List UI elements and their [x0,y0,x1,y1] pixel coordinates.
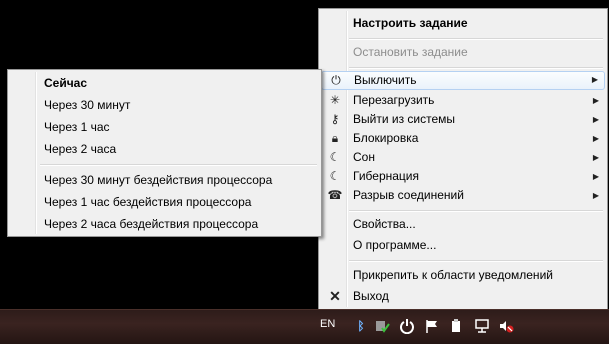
moon-icon: ☾ [329,169,341,183]
volume-muted-icon[interactable] [498,318,514,334]
submenu-arrow-icon: ▶ [591,75,598,84]
submenu-arrow-icon: ▶ [592,96,599,105]
network-icon[interactable] [474,318,490,334]
menu-item-label: Выключить [354,73,417,87]
usb-icon[interactable] [448,318,464,334]
menu-item-disconnect[interactable]: ☎ Разрыв соединений ▶ [321,186,605,205]
menu-separator [349,67,603,69]
menu-item-pin-to-tray[interactable]: Прикрепить к области уведомлений [321,266,605,285]
menu-separator [349,38,603,40]
menu-item-exit[interactable]: ✕ Выход [321,287,605,306]
menu-item-about[interactable]: О программе... [321,236,605,255]
menu-item-label: Прикрепить к области уведомлений [353,268,553,282]
submenu-item-1-hour-idle[interactable]: Через 1 час бездействия процессора [10,193,319,212]
menu-item-label: Разрыв соединений [353,188,464,202]
submenu-item-30-min[interactable]: Через 30 минут [10,96,319,115]
submenu-arrow-icon: ▶ [592,115,599,124]
submenu-item-2-hours[interactable]: Через 2 часа [10,140,319,159]
menu-item-label: Через 2 часа бездействия процессора [44,217,259,231]
menu-item-sleep[interactable]: ☾ Сон ▶ [321,148,605,167]
menu-item-stop-task[interactable]: Остановить задание [321,43,605,62]
power-icon: ⏻ [331,73,341,87]
submenu-arrow-icon: ▶ [592,172,599,181]
power-icon[interactable] [399,318,415,335]
lock-icon: 🔒︎ [331,131,339,145]
submenu-arrow-icon: ▶ [592,134,599,143]
key-icon: ⚷ [330,112,340,126]
submenu-item-1-hour[interactable]: Через 1 час [10,118,319,137]
menu-item-properties[interactable]: Свойства... [321,215,605,234]
menu-item-label: Выход [353,289,389,303]
menu-item-label: Перезагрузить [353,93,435,107]
menu-item-restart[interactable]: ✳ Перезагрузить ▶ [321,91,605,110]
menu-item-label: Через 30 минут [44,98,131,112]
menu-item-label: Свойства... [353,217,416,231]
submenu-item-2-hours-idle[interactable]: Через 2 часа бездействия процессора [10,215,319,234]
shutdown-submenu: Сейчас Через 30 минут Через 1 час Через … [7,69,322,237]
menu-item-label: Сейчас [44,76,88,90]
menu-item-label: Выйти из системы [353,112,456,126]
menu-item-configure-task[interactable]: Настроить задание [321,14,605,33]
shield-check-icon[interactable] [374,318,390,334]
menu-item-label: Остановить задание [353,45,468,59]
moon-icon: ☾ [329,150,341,164]
language-indicator[interactable]: EN [320,318,335,330]
menu-item-shutdown[interactable]: ⏻ Выключить ▶ [321,71,605,90]
menu-separator [349,210,603,212]
submenu-item-now[interactable]: Сейчас [10,74,319,93]
close-icon: ✕ [329,288,341,304]
phone-icon: ☎ [327,188,343,202]
submenu-arrow-icon: ▶ [592,153,599,162]
menu-separator [40,164,317,166]
submenu-arrow-icon: ▶ [592,191,599,200]
bluetooth-icon[interactable]: ᛒ [353,318,369,334]
menu-item-label: Блокировка [353,131,419,145]
restart-icon: ✳ [329,93,341,107]
menu-item-label: Через 30 минут бездействия процессора [44,173,273,187]
context-menu: Настроить задание Остановить задание ⏻ В… [318,8,608,310]
menu-item-logoff[interactable]: ⚷ Выйти из системы ▶ [321,110,605,129]
menu-item-label: Через 2 часа [44,142,117,156]
menu-item-label: Через 1 час бездействия процессора [44,195,252,209]
menu-separator [349,260,603,262]
menu-item-label: Сон [353,150,375,164]
menu-item-hibernate[interactable]: ☾ Гибернация ▶ [321,167,605,186]
menu-item-label: Гибернация [353,169,419,183]
menu-item-label: Настроить задание [353,16,468,30]
menu-item-label: О программе... [353,238,437,252]
menu-item-lock[interactable]: 🔒︎ Блокировка ▶ [321,129,605,148]
taskbar: EN ᛒ [0,309,609,344]
menu-item-label: Через 1 час [44,120,110,134]
submenu-item-30-min-idle[interactable]: Через 30 минут бездействия процессора [10,171,319,190]
flag-icon[interactable] [424,318,440,334]
